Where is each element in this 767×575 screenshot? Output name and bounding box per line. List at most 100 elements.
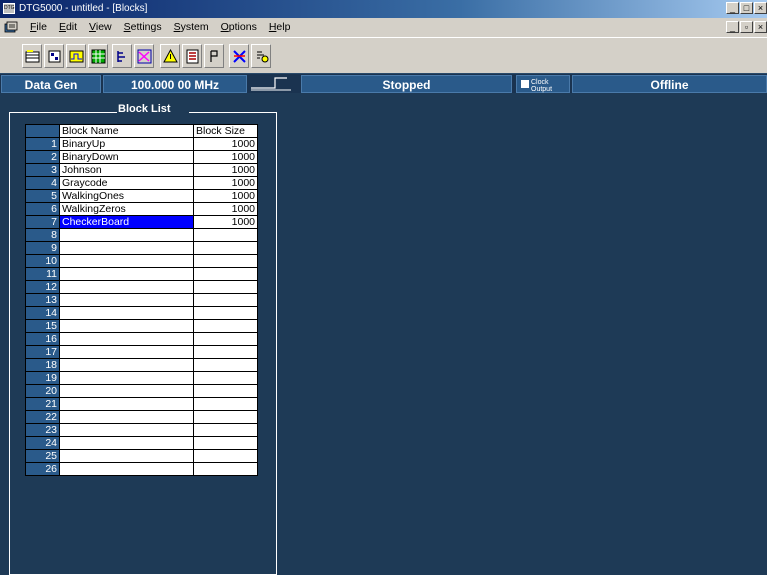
block-size-cell[interactable] [193, 241, 258, 255]
table-row[interactable]: 10 [25, 254, 258, 268]
table-row[interactable]: 26 [25, 462, 258, 476]
block-name-cell[interactable] [59, 436, 194, 450]
block-name-cell[interactable] [59, 449, 194, 463]
doc-close-icon[interactable]: × [754, 21, 767, 33]
table-row[interactable]: 11 [25, 267, 258, 281]
block-size-cell[interactable] [193, 358, 258, 372]
block-name-cell[interactable] [59, 371, 194, 385]
block-size-cell[interactable] [193, 436, 258, 450]
table-row[interactable]: 1 BinaryUp 1000 [25, 137, 258, 151]
row-number[interactable]: 2 [25, 150, 60, 164]
table-row[interactable]: 2 BinaryDown 1000 [25, 150, 258, 164]
block-size-cell[interactable] [193, 332, 258, 346]
block-size-cell[interactable]: 1000 [193, 163, 258, 177]
block-name-cell[interactable] [59, 332, 194, 346]
table-row[interactable]: 16 [25, 332, 258, 346]
connect-icon[interactable] [204, 44, 224, 68]
corner-cell[interactable] [25, 124, 60, 138]
row-number[interactable]: 9 [25, 241, 60, 255]
sequence-icon[interactable] [112, 44, 132, 68]
doc-restore-icon[interactable]: ▫ [740, 21, 753, 33]
table-row[interactable]: 22 [25, 410, 258, 424]
row-number[interactable]: 3 [25, 163, 60, 177]
block-size-cell[interactable]: 1000 [193, 176, 258, 190]
table-row[interactable]: 6 WalkingZeros 1000 [25, 202, 258, 216]
table-row[interactable]: 23 [25, 423, 258, 437]
block-name-cell[interactable]: BinaryDown [59, 150, 194, 164]
menu-options[interactable]: Options [215, 21, 263, 33]
run-state-display[interactable]: Stopped [301, 75, 512, 93]
block-name-cell[interactable] [59, 345, 194, 359]
grid-icon[interactable] [88, 44, 108, 68]
table-row[interactable]: 17 [25, 345, 258, 359]
table-row[interactable]: 9 [25, 241, 258, 255]
block-name-cell[interactable]: BinaryUp [59, 137, 194, 151]
block-size-cell[interactable] [193, 228, 258, 242]
timing-icon[interactable] [251, 44, 271, 68]
waveform-icon[interactable] [66, 44, 86, 68]
block-name-cell[interactable] [59, 384, 194, 398]
block-name-cell[interactable]: Johnson [59, 163, 194, 177]
menu-settings[interactable]: Settings [118, 21, 168, 33]
block-name-cell[interactable]: WalkingOnes [59, 189, 194, 203]
row-number[interactable]: 13 [25, 293, 60, 307]
row-number[interactable]: 16 [25, 332, 60, 346]
row-number[interactable]: 14 [25, 306, 60, 320]
block-size-cell[interactable]: 1000 [193, 202, 258, 216]
row-number[interactable]: 15 [25, 319, 60, 333]
menu-help[interactable]: Help [263, 21, 297, 33]
block-size-cell[interactable] [193, 410, 258, 424]
clock-output-toggle[interactable]: Clock Output [516, 75, 570, 93]
block-name-cell[interactable] [59, 254, 194, 268]
clock-frequency-display[interactable]: 100.000 00 MHz [103, 75, 247, 93]
row-number[interactable]: 6 [25, 202, 60, 216]
minimize-icon[interactable]: _ [726, 2, 739, 14]
maximize-icon[interactable]: □ [740, 2, 753, 14]
row-number[interactable]: 25 [25, 449, 60, 463]
row-number[interactable]: 24 [25, 436, 60, 450]
block-name-cell[interactable] [59, 280, 194, 294]
signal-icon[interactable] [182, 44, 202, 68]
block-name-cell[interactable] [59, 397, 194, 411]
pattern-icon[interactable] [44, 44, 64, 68]
block-size-cell[interactable] [193, 254, 258, 268]
table-row[interactable]: 21 [25, 397, 258, 411]
app-icon[interactable]: DTG [3, 3, 15, 14]
jump-icon[interactable] [134, 44, 154, 68]
table-row[interactable]: 3 Johnson 1000 [25, 163, 258, 177]
block-size-cell[interactable] [193, 371, 258, 385]
table-row[interactable]: 12 [25, 280, 258, 294]
block-size-cell[interactable] [193, 319, 258, 333]
block-size-cell[interactable] [193, 345, 258, 359]
mode-display[interactable]: Data Gen [1, 75, 101, 93]
row-number[interactable]: 18 [25, 358, 60, 372]
block-name-cell[interactable]: CheckerBoard [59, 215, 194, 229]
row-number[interactable]: 19 [25, 371, 60, 385]
table-row[interactable]: 24 [25, 436, 258, 450]
row-number[interactable]: 21 [25, 397, 60, 411]
block-size-cell[interactable] [193, 397, 258, 411]
block-name-cell[interactable] [59, 293, 194, 307]
menu-system[interactable]: System [168, 21, 215, 33]
row-number[interactable]: 11 [25, 267, 60, 281]
block-size-cell[interactable]: 1000 [193, 189, 258, 203]
block-name-cell[interactable]: WalkingZeros [59, 202, 194, 216]
row-number[interactable]: 10 [25, 254, 60, 268]
table-row[interactable]: 7 CheckerBoard 1000 [25, 215, 258, 229]
menu-view[interactable]: View [83, 21, 118, 33]
menu-edit[interactable]: Edit [53, 21, 83, 33]
table-row[interactable]: 15 [25, 319, 258, 333]
marker-icon[interactable] [229, 44, 249, 68]
document-icon[interactable] [4, 21, 18, 34]
table-row[interactable]: 14 [25, 306, 258, 320]
row-number[interactable]: 20 [25, 384, 60, 398]
block-size-cell[interactable] [193, 384, 258, 398]
table-row[interactable]: 5 WalkingOnes 1000 [25, 189, 258, 203]
block-size-cell[interactable] [193, 449, 258, 463]
block-name-cell[interactable] [59, 358, 194, 372]
table-row[interactable]: 18 [25, 358, 258, 372]
block-name-cell[interactable] [59, 267, 194, 281]
table-row[interactable]: 13 [25, 293, 258, 307]
block-name-cell[interactable] [59, 462, 194, 476]
row-number[interactable]: 23 [25, 423, 60, 437]
